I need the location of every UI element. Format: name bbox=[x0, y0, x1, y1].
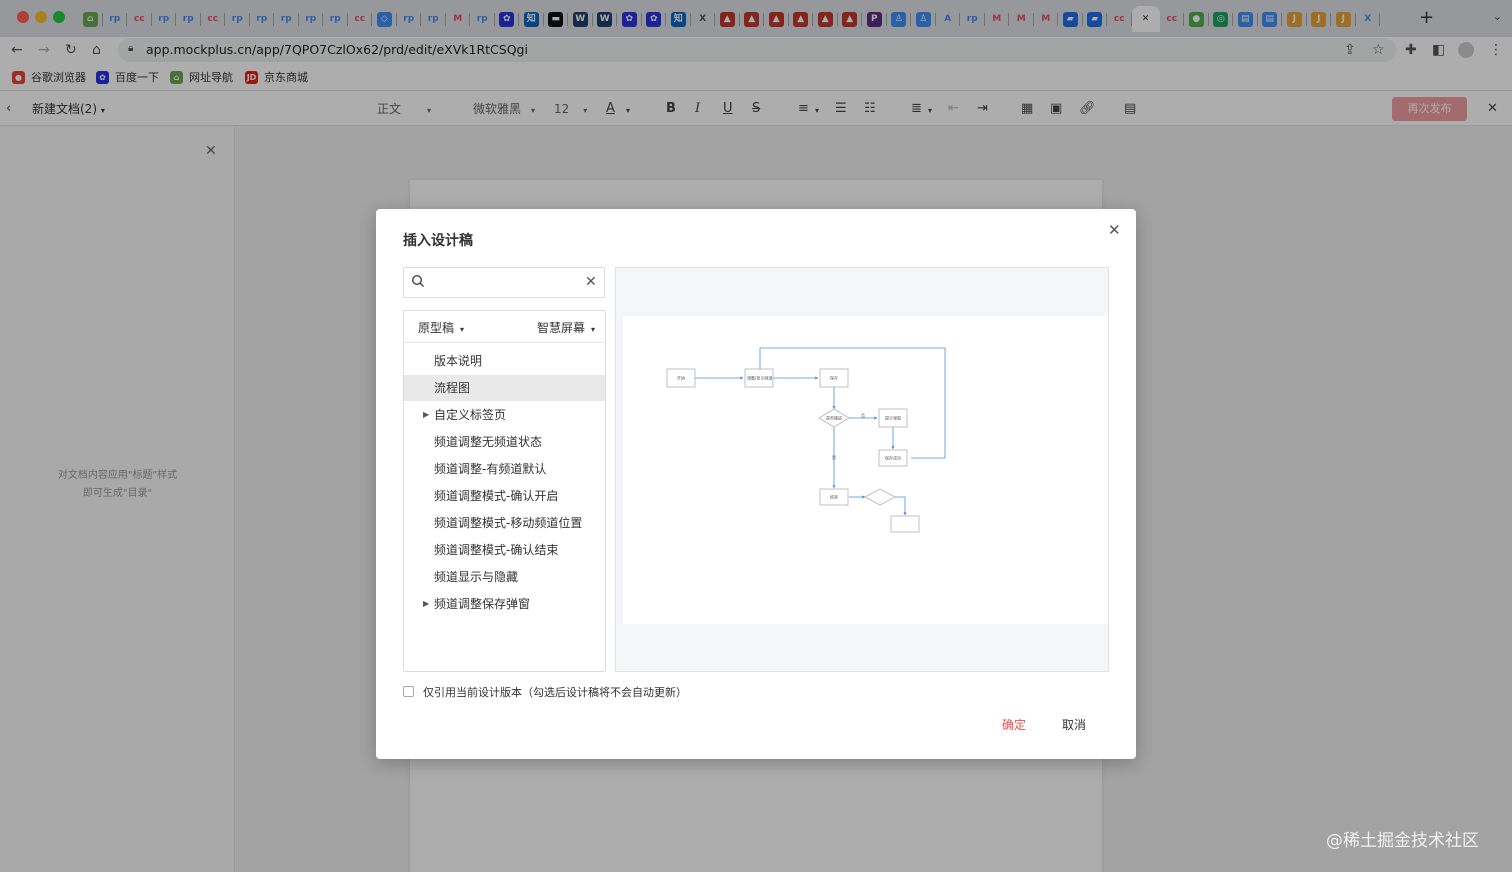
tree-item-label: 流程图 bbox=[434, 381, 471, 395]
tree-item[interactable]: ▶ 频道调整保存弹窗 bbox=[404, 591, 605, 617]
page-tree: 原型稿 ▾ 智慧屏幕 ▾ 版本说明流程图 ▶ 自定义标签页频道调整无频道状态 频道调整-有… bbox=[403, 310, 606, 672]
tree-item-label: 频道调整模式-确认开启 bbox=[434, 489, 559, 503]
tree-item-label: 频道调整模式-移动频道位置 bbox=[434, 516, 583, 530]
flow-node-diamond-2 bbox=[864, 488, 896, 506]
watermark: @稀土掘金技术社区 bbox=[1326, 831, 1479, 851]
tree-item[interactable]: 频道调整-有频道默认 bbox=[404, 456, 605, 482]
current-version-label: 仅引用当前设计版本（勾选后设计稿将不会自动更新） bbox=[423, 686, 687, 699]
project-value: 智慧屏幕 bbox=[537, 321, 586, 335]
clear-search-icon[interactable]: ✕ bbox=[585, 273, 597, 291]
flowchart-preview: 开始 调整/显示频道 保存 是否確認 否 提示弹窗 保存成功 是 结束 bbox=[666, 347, 946, 533]
close-icon[interactable]: ✕ bbox=[1108, 221, 1121, 239]
expand-arrow-icon[interactable]: ▶ bbox=[423, 402, 429, 428]
design-preview: 开始 调整/显示频道 保存 是否確認 否 提示弹窗 保存成功 是 结束 bbox=[615, 267, 1109, 672]
search-input[interactable]: ✕ bbox=[403, 267, 605, 298]
flow-label-step1: 调整/显示频道 bbox=[747, 375, 772, 381]
tree-item-label: 版本说明 bbox=[434, 354, 483, 368]
flow-label-save: 保存 bbox=[830, 375, 838, 381]
tree-item-label: 频道调整-有频道默认 bbox=[434, 462, 547, 476]
tree-item[interactable]: 版本说明 bbox=[404, 348, 605, 374]
flow-label-no: 否 bbox=[861, 413, 865, 418]
tree-item[interactable]: 频道调整模式-确认结束 bbox=[404, 537, 605, 563]
search-icon bbox=[411, 274, 424, 287]
tree-item[interactable]: 频道调整无频道状态 bbox=[404, 429, 605, 455]
flow-label-yes: 是 bbox=[832, 454, 836, 460]
tree-item[interactable]: 频道调整模式-确认开启 bbox=[404, 483, 605, 509]
flow-label-hint: 提示弹窗 bbox=[885, 415, 901, 421]
project-select[interactable]: 智慧屏幕 ▾ bbox=[537, 319, 595, 336]
design-type-value: 原型稿 bbox=[418, 321, 455, 335]
insert-design-dialog: 插入设计稿 ✕ ✕ 原型稿 ▾ 智慧屏幕 ▾ 版本说明流程图 ▶ 自定义标签页频道调整无… bbox=[376, 209, 1136, 759]
tree-item[interactable]: 频道调整模式-移动频道位置 bbox=[404, 510, 605, 536]
tree-item-label: 自定义标签页 bbox=[434, 408, 507, 422]
flow-label-start: 开始 bbox=[677, 375, 685, 381]
flow-label-success: 保存成功 bbox=[885, 455, 901, 461]
tree-header: 原型稿 ▾ 智慧屏幕 ▾ bbox=[404, 311, 605, 343]
cancel-button[interactable]: 取消 bbox=[1062, 716, 1086, 733]
flow-node-box-2 bbox=[890, 515, 920, 533]
tree-item-label: 频道显示与隐藏 bbox=[434, 570, 519, 584]
confirm-button[interactable]: 确定 bbox=[1002, 716, 1026, 733]
tree-item[interactable]: 流程图 bbox=[404, 375, 605, 401]
flow-label-end: 结束 bbox=[830, 494, 838, 500]
design-type-select[interactable]: 原型稿 ▾ bbox=[418, 319, 464, 336]
tree-item[interactable]: ▶ 自定义标签页 bbox=[404, 402, 605, 428]
tree-item-label: 频道调整模式-确认结束 bbox=[434, 543, 559, 557]
expand-arrow-icon[interactable]: ▶ bbox=[423, 591, 429, 617]
dialog-title: 插入设计稿 bbox=[403, 233, 473, 249]
tree-item-label: 频道调整保存弹窗 bbox=[434, 597, 531, 611]
tree-item[interactable]: 频道显示与隐藏 bbox=[404, 564, 605, 590]
chevron-down-icon: ▾ bbox=[591, 325, 596, 334]
tree-item-label: 频道调整无频道状态 bbox=[434, 435, 543, 449]
chevron-down-icon: ▾ bbox=[460, 325, 465, 334]
current-version-checkbox[interactable] bbox=[403, 686, 414, 697]
preview-canvas: 开始 调整/显示频道 保存 是否確認 否 提示弹窗 保存成功 是 结束 bbox=[623, 316, 1108, 624]
flow-label-decision: 是否確認 bbox=[826, 415, 842, 421]
